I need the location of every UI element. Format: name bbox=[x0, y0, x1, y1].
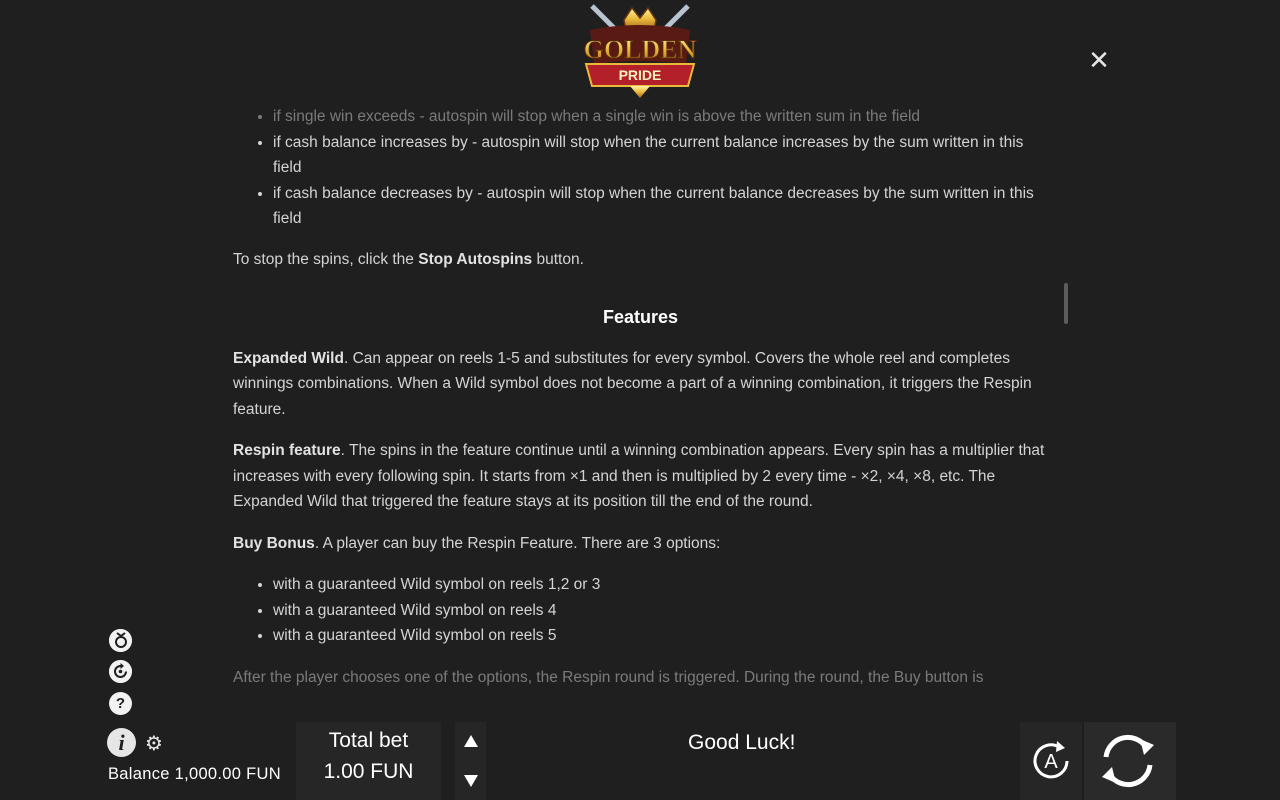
total-bet-panel: Total bet 1.00 FUN bbox=[296, 722, 441, 800]
triangle-down-icon bbox=[463, 775, 478, 787]
game-logo: GOLDEN PRIDE bbox=[583, 4, 697, 98]
refresh-icon bbox=[1102, 735, 1154, 787]
buy-bonus-paragraph: Buy Bonus. A player can buy the Respin F… bbox=[233, 534, 721, 552]
expanded-wild-paragraph: Expanded Wild. Can appear on reels 1-5 a… bbox=[233, 349, 1032, 418]
stop-autospins-term: Stop Autospins bbox=[418, 250, 533, 268]
buy-bonus-icon[interactable] bbox=[109, 629, 132, 652]
help-icon[interactable]: ? bbox=[109, 692, 132, 715]
features-heading: Features bbox=[602, 307, 679, 327]
list-item: with a guaranteed Wild symbol on reels 1… bbox=[273, 572, 1048, 598]
autospin-stop-list: if single win exceeds - autospin will st… bbox=[233, 104, 1048, 232]
logo-line1: GOLDEN bbox=[584, 35, 697, 64]
triangle-up-icon bbox=[463, 735, 478, 747]
autoplay-label: A bbox=[1044, 751, 1058, 773]
total-bet-value: 1.00 FUN bbox=[323, 760, 414, 783]
rules-content: if single win exceeds - autospin will st… bbox=[233, 104, 1048, 698]
bet-increase-button[interactable] bbox=[455, 722, 486, 760]
stop-autospins-paragraph: To stop the spins, click the Stop Autosp… bbox=[233, 250, 584, 268]
buy-options-list: with a guaranteed Wild symbol on reels 1… bbox=[233, 572, 1048, 649]
list-item: with a guaranteed Wild symbol on reels 4 bbox=[273, 598, 1048, 624]
logo-line2: PRIDE bbox=[619, 67, 662, 83]
list-item: if cash balance decreases by - autospin … bbox=[273, 181, 1048, 232]
list-item: if single win exceeds - autospin will st… bbox=[273, 104, 1048, 130]
spin-button[interactable] bbox=[1094, 727, 1162, 795]
balance-readout: Balance 1,000.00 FUN bbox=[108, 765, 281, 783]
history-icon[interactable] bbox=[109, 660, 132, 683]
total-bet-label: Total bet bbox=[328, 729, 409, 752]
bet-decrease-button[interactable] bbox=[455, 762, 486, 800]
respin-paragraph: Respin feature. The spins in the feature… bbox=[233, 442, 1045, 510]
list-item: if cash balance increases by - autospin … bbox=[273, 130, 1048, 181]
gear-icon[interactable]: ⚙ bbox=[145, 734, 165, 754]
bet-stepper bbox=[455, 722, 486, 800]
info-icon[interactable]: i bbox=[107, 728, 136, 757]
status-message: Good Luck! bbox=[688, 731, 796, 754]
close-button[interactable]: ✕ bbox=[1088, 47, 1110, 73]
autoplay-button[interactable]: A bbox=[1027, 737, 1075, 785]
list-item: with a guaranteed Wild symbol on reels 5 bbox=[273, 623, 1048, 649]
scrollbar-thumb[interactable] bbox=[1064, 283, 1068, 324]
after-choose-paragraph: After the player chooses one of the opti… bbox=[233, 668, 984, 686]
